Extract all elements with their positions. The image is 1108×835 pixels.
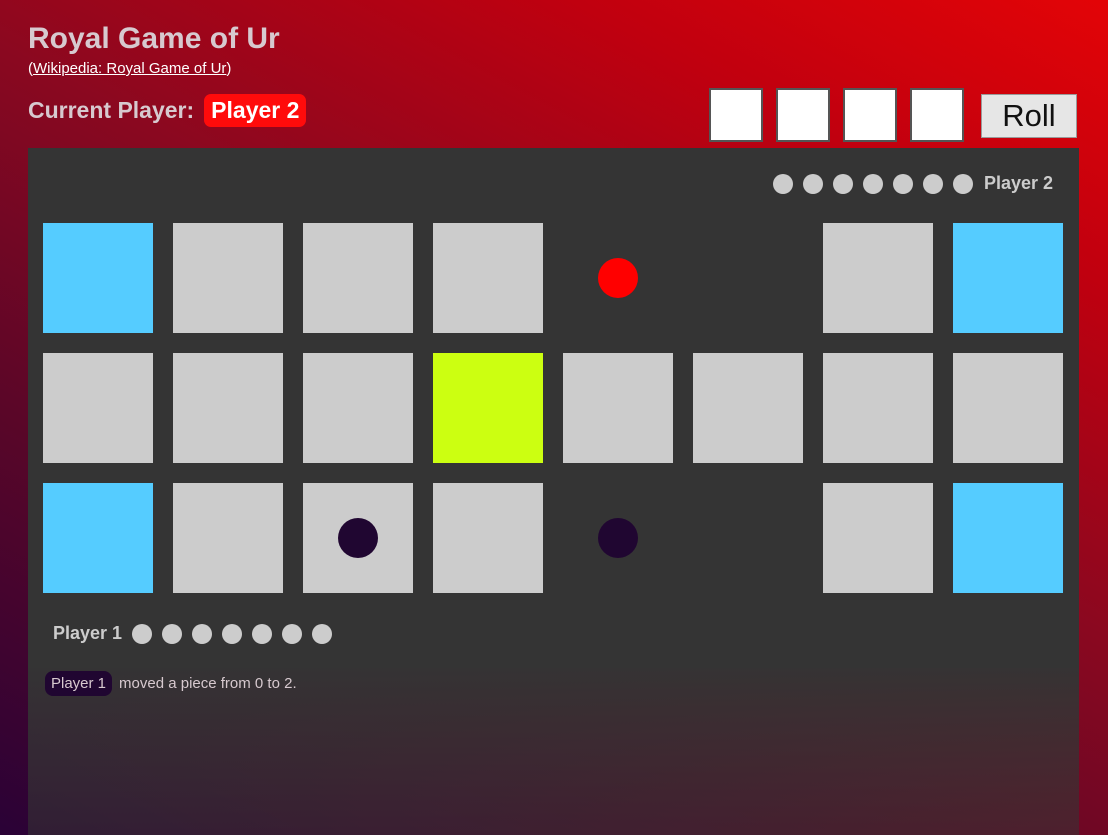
board-square-normal[interactable] [173,353,283,463]
player1-pool: Player 1 [53,623,333,644]
board-square-normal[interactable] [173,483,283,593]
current-player-badge: Player 2 [204,94,307,127]
player2-pool: Player 2 [772,173,1053,194]
board-square-normal[interactable] [303,353,413,463]
player2-piece[interactable] [598,258,638,298]
player1-pool-piece[interactable] [162,623,183,644]
board-square-normal[interactable] [563,353,673,463]
dice-area [709,88,977,142]
player1-pool-dots [122,623,333,644]
board-square-normal[interactable] [433,483,543,593]
board-gap [693,483,803,593]
board-square-rosette[interactable] [43,483,153,593]
player2-pool-piece[interactable] [892,173,913,194]
wiki-close-paren: ) [226,60,232,77]
game-board: Player 2 Player 1 [28,148,1079,668]
board-square-normal[interactable] [433,223,543,333]
player2-pool-label: Player 2 [983,173,1053,193]
die-2 [776,88,830,142]
board-square-normal[interactable] [693,353,803,463]
log-player-badge: Player 1 [45,671,113,696]
player2-pool-piece[interactable] [952,173,973,194]
board-square-normal[interactable] [823,353,933,463]
board-gap [563,223,673,333]
wikipedia-link[interactable]: Wikipedia: Royal Game of Ur [33,60,226,77]
player1-pool-label: Player 1 [53,623,123,643]
board-gap [693,223,803,333]
current-player-indicator: Current Player: Player 2 [28,94,307,127]
player1-pool-piece[interactable] [312,623,333,644]
die-3 [843,88,897,142]
player2-pool-dots [772,173,983,194]
board-square-normal[interactable] [43,353,153,463]
board-square-normal[interactable] [823,483,933,593]
current-player-label: Current Player: [28,97,195,123]
player2-pool-piece[interactable] [772,173,793,194]
page-title: Royal Game of Ur [28,22,280,55]
player1-pool-piece[interactable] [252,623,273,644]
board-square-rosette[interactable] [43,223,153,333]
board-square-rosette[interactable] [953,483,1063,593]
board-square-normal[interactable] [303,223,413,333]
die-1 [709,88,763,142]
roll-button[interactable]: Roll [981,94,1077,138]
board-square-normal[interactable] [823,223,933,333]
player1-pool-piece[interactable] [132,623,153,644]
board-grid [43,223,1063,593]
log-message: moved a piece from 0 to 2. [119,675,297,692]
die-4 [910,88,964,142]
player2-pool-piece[interactable] [832,173,853,194]
player1-pool-piece[interactable] [222,623,243,644]
board-gap [563,483,673,593]
board-square-normal[interactable] [953,353,1063,463]
player1-piece[interactable] [338,518,378,558]
board-square-highlight[interactable] [433,353,543,463]
wiki-reference: (Wikipedia: Royal Game of Ur) [28,60,231,77]
player1-pool-piece[interactable] [192,623,213,644]
move-log-entry: Player 1 moved a piece from 0 to 2. [45,671,297,696]
player1-pool-piece[interactable] [282,623,303,644]
player1-piece[interactable] [598,518,638,558]
player2-pool-piece[interactable] [862,173,883,194]
board-square-rosette[interactable] [953,223,1063,333]
board-square-normal[interactable] [303,483,413,593]
board-square-normal[interactable] [173,223,283,333]
player2-pool-piece[interactable] [922,173,943,194]
player2-pool-piece[interactable] [802,173,823,194]
